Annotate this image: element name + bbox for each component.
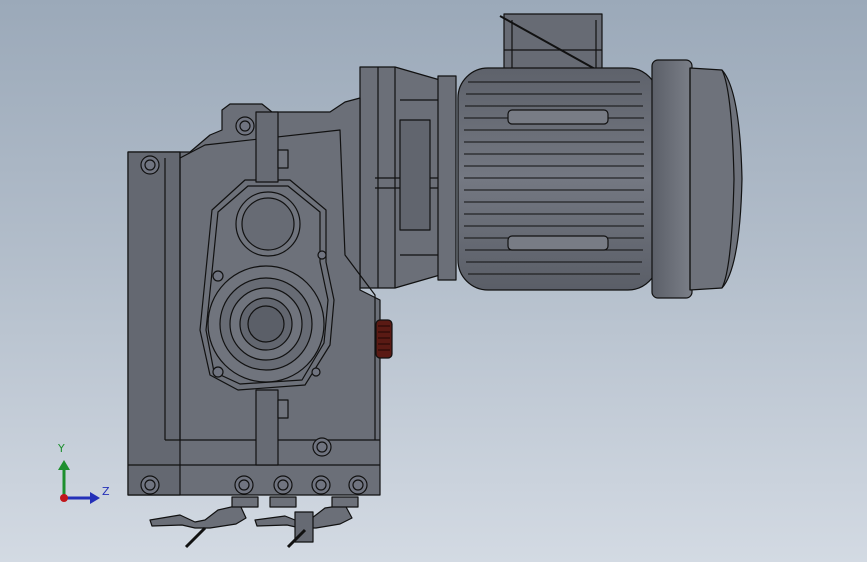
fan-cover [651,59,743,299]
gearmotor-model[interactable] [0,0,867,562]
y-axis-label: Y [58,442,65,455]
upper-shaft-boss [235,191,301,257]
torque-arm-brackets [149,496,359,549]
graphics-viewport[interactable]: Y Z [0,0,867,562]
output-shaft [207,265,325,383]
adapter-flange [359,66,457,289]
z-axis-label: Z [102,485,110,498]
motor-body [457,67,659,291]
coordinate-triad: Y Z [48,438,118,508]
breather-plug [375,319,393,359]
